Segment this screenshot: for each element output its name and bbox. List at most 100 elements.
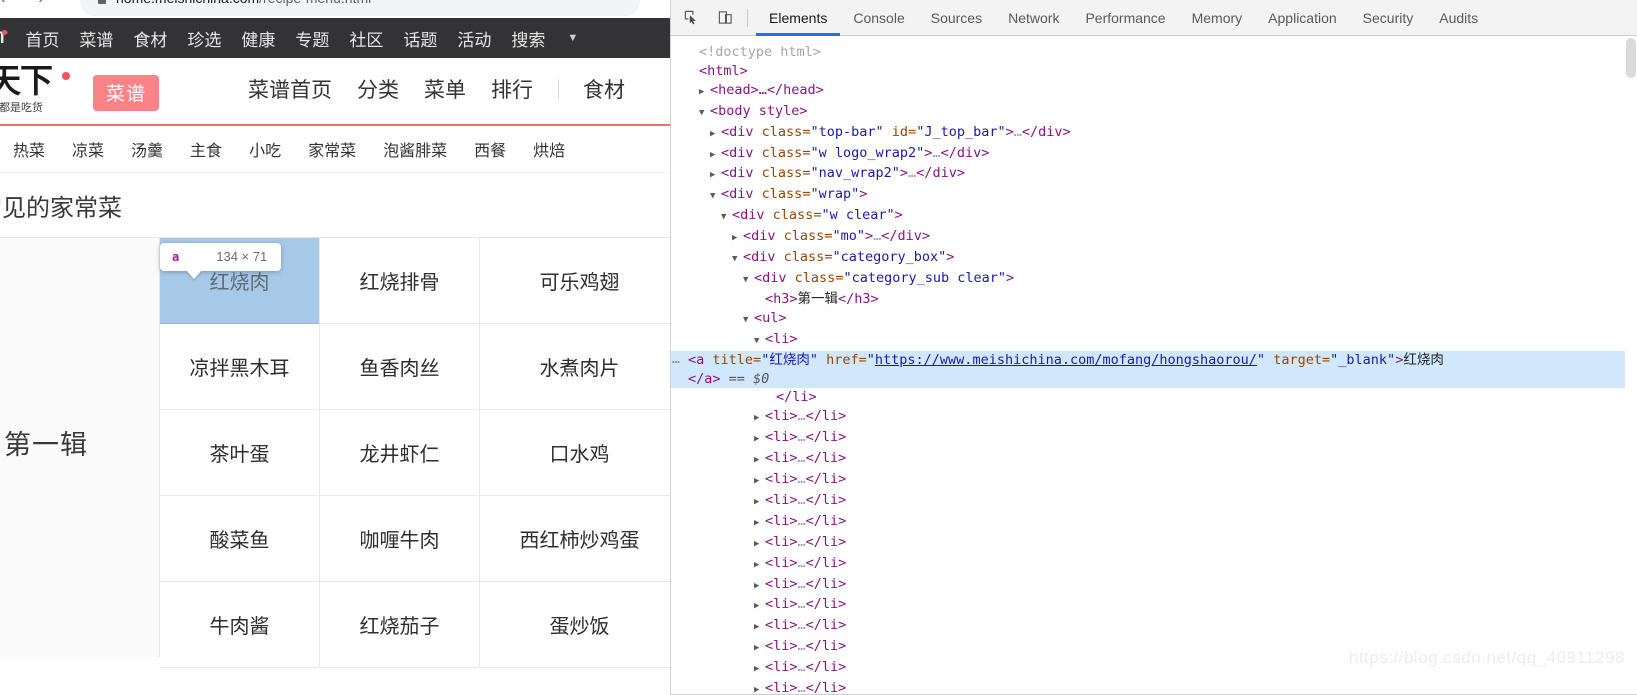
dish-cell[interactable]: 西红柿炒鸡蛋 bbox=[480, 496, 680, 582]
dom-line-li-collapsed[interactable]: <li>…</li> bbox=[688, 554, 1637, 575]
dom-line-anchor-close[interactable]: </a> == $0 bbox=[671, 369, 1637, 389]
dom-line-div-topbar[interactable]: <div class="top-bar" id="J_top_bar">…</d… bbox=[688, 123, 1637, 144]
mainnav-item-2[interactable]: 菜单 bbox=[424, 74, 466, 104]
twisty-open-icon[interactable] bbox=[699, 104, 710, 123]
catnav-item-4[interactable]: 小吃 bbox=[249, 137, 281, 161]
catnav-item-8[interactable]: 烘焙 bbox=[533, 137, 565, 161]
inspect-element-icon[interactable] bbox=[677, 5, 705, 31]
dish-cell[interactable]: 鱼香肉丝 bbox=[320, 324, 480, 410]
href-link[interactable]: https://www.meishichina.com/mofang/hongs… bbox=[875, 352, 1257, 368]
topbar-item-8[interactable]: 活动 bbox=[457, 26, 491, 51]
twisty-closed-icon[interactable] bbox=[754, 451, 765, 470]
catnav-item-2[interactable]: 汤羹 bbox=[131, 137, 163, 161]
dom-line-div-catbox[interactable]: <div class="category_box"> bbox=[688, 248, 1637, 269]
twisty-closed-icon[interactable] bbox=[754, 660, 765, 679]
twisty-closed-icon[interactable] bbox=[754, 514, 765, 533]
dish-cell[interactable]: 牛肉酱 bbox=[160, 582, 320, 668]
twisty-open-icon[interactable] bbox=[721, 208, 732, 227]
twisty-open-icon[interactable] bbox=[732, 250, 743, 269]
tab-memory[interactable]: Memory bbox=[1179, 0, 1256, 36]
dish-cell[interactable]: 酸菜鱼 bbox=[160, 496, 320, 582]
catnav-item-6[interactable]: 泡酱腓菜 bbox=[383, 137, 447, 161]
twisty-open-icon[interactable] bbox=[743, 311, 754, 330]
topbar-item-4[interactable]: 健康 bbox=[241, 26, 275, 51]
dom-line-div-wrap[interactable]: <div class="wrap"> bbox=[688, 185, 1637, 206]
topbar-item-2[interactable]: 食材 bbox=[133, 26, 167, 51]
tab-performance[interactable]: Performance bbox=[1072, 0, 1178, 36]
dom-line-h3[interactable]: <h3>第一辑</h3> bbox=[688, 290, 1637, 309]
devtools-scrollbar-thumb[interactable] bbox=[1626, 38, 1636, 78]
topbar-item-0[interactable]: 首页 bbox=[25, 26, 59, 51]
twisty-closed-icon[interactable] bbox=[732, 229, 743, 248]
dish-cell[interactable]: 茶叶蛋 bbox=[160, 410, 320, 496]
dom-line-li-collapsed[interactable]: <li>…</li> bbox=[688, 449, 1637, 470]
dish-cell[interactable]: 红烧茄子 bbox=[320, 582, 480, 668]
tab-elements[interactable]: Elements bbox=[756, 0, 840, 36]
twisty-closed-icon[interactable] bbox=[754, 577, 765, 596]
twisty-closed-icon[interactable] bbox=[754, 535, 765, 554]
twisty-closed-icon[interactable] bbox=[754, 597, 765, 616]
dom-line-head[interactable]: <head>…</head> bbox=[688, 81, 1637, 102]
twisty-closed-icon[interactable] bbox=[699, 83, 710, 102]
twisty-closed-icon[interactable] bbox=[754, 430, 765, 449]
tab-security[interactable]: Security bbox=[1350, 0, 1427, 36]
dom-line-li-collapsed[interactable]: <li>…</li> bbox=[688, 595, 1637, 616]
dom-line-li-collapsed[interactable]: <li>…</li> bbox=[688, 428, 1637, 449]
devtools-scrollbar[interactable] bbox=[1625, 36, 1637, 695]
dom-line-div-catsub[interactable]: <div class="category_sub clear"> bbox=[688, 269, 1637, 290]
dom-line-div-wclear[interactable]: <div class="w clear"> bbox=[688, 206, 1637, 227]
dom-line-li-collapsed[interactable]: <li>…</li> bbox=[688, 533, 1637, 554]
dom-line-ul[interactable]: <ul> bbox=[688, 309, 1637, 330]
twisty-open-icon[interactable] bbox=[743, 271, 754, 290]
dom-line-div-logo[interactable]: <div class="w logo_wrap2">…</div> bbox=[688, 144, 1637, 165]
dom-line-div-mo[interactable]: <div class="mo">…</div> bbox=[688, 227, 1637, 248]
dom-line-selected-anchor[interactable]: … <a title="红烧肉" href="https://www.meishi… bbox=[671, 350, 1637, 370]
mainnav-item-1[interactable]: 分类 bbox=[357, 74, 399, 104]
twisty-open-icon[interactable] bbox=[754, 332, 765, 351]
dom-line-li-collapsed[interactable]: <li>…</li> bbox=[688, 407, 1637, 428]
twisty-closed-icon[interactable] bbox=[754, 493, 765, 512]
twisty-closed-icon[interactable] bbox=[710, 166, 721, 185]
topbar-item-5[interactable]: 专题 bbox=[295, 26, 329, 51]
dom-line-li-collapsed[interactable]: <li>…</li> bbox=[688, 616, 1637, 637]
tab-console[interactable]: Console bbox=[840, 0, 917, 36]
mainnav-item-3[interactable]: 排行 bbox=[491, 74, 533, 104]
dish-cell[interactable]: 蛋炒饭 bbox=[480, 582, 680, 668]
tab-sources[interactable]: Sources bbox=[918, 0, 995, 36]
mainnav-item-0[interactable]: 菜谱首页 bbox=[248, 74, 332, 104]
dish-cell[interactable]: 红烧排骨 bbox=[320, 238, 480, 324]
dom-line-li-collapsed[interactable]: <li>…</li> bbox=[688, 575, 1637, 596]
dom-line-body[interactable]: <body style> bbox=[688, 102, 1637, 123]
mainnav-item-4[interactable]: 食材 bbox=[583, 74, 625, 104]
dom-line-li-collapsed[interactable]: <li>…</li> bbox=[688, 491, 1637, 512]
dish-cell[interactable]: 可乐鸡翅 bbox=[480, 238, 680, 324]
dom-line-li-collapsed[interactable]: <li>…</li> bbox=[688, 679, 1637, 695]
dom-line-li-open[interactable]: <li> bbox=[688, 330, 1637, 351]
dish-cell[interactable]: 龙井虾仁 bbox=[320, 410, 480, 496]
topbar-item-9[interactable]: 搜索 bbox=[511, 26, 545, 51]
tab-application[interactable]: Application bbox=[1255, 0, 1350, 36]
dish-cell[interactable]: 凉拌黑木耳 bbox=[160, 324, 320, 410]
dish-cell[interactable]: 水煮肉片 bbox=[480, 324, 680, 410]
topbar-item-7[interactable]: 话题 bbox=[403, 26, 437, 51]
topbar-item-3[interactable]: 珍选 bbox=[187, 26, 221, 51]
topbar-item-6[interactable]: 社区 bbox=[349, 26, 383, 51]
dom-line-li-collapsed[interactable]: <li>…</li> bbox=[688, 512, 1637, 533]
twisty-closed-icon[interactable] bbox=[754, 556, 765, 575]
twisty-closed-icon[interactable] bbox=[754, 681, 765, 695]
site-brand[interactable]: 天下 友都是吃货 bbox=[0, 64, 70, 115]
overflow-dots-icon[interactable]: … bbox=[672, 351, 681, 370]
dish-cell[interactable]: 口水鸡 bbox=[480, 410, 680, 496]
browser-omnibox[interactable]: home.meishichina.com/recipe-menu.html bbox=[80, 0, 640, 16]
dish-cell[interactable]: 咖喱牛肉 bbox=[320, 496, 480, 582]
tab-audits[interactable]: Audits bbox=[1426, 0, 1491, 36]
twisty-closed-icon[interactable] bbox=[754, 472, 765, 491]
catnav-item-3[interactable]: 主食 bbox=[190, 137, 222, 161]
twisty-closed-icon[interactable] bbox=[754, 639, 765, 658]
twisty-closed-icon[interactable] bbox=[710, 125, 721, 144]
site-mini-logo[interactable]: T bbox=[0, 28, 7, 48]
twisty-closed-icon[interactable] bbox=[754, 618, 765, 637]
recipe-chip-badge[interactable]: 菜谱 bbox=[93, 75, 160, 111]
twisty-open-icon[interactable] bbox=[710, 187, 721, 206]
catnav-item-0[interactable]: 热菜 bbox=[13, 137, 45, 161]
